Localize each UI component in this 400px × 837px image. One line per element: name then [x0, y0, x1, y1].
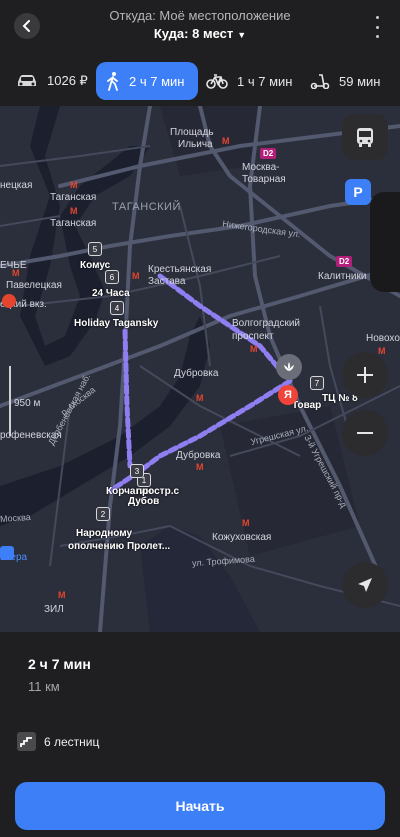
- map-label-ploshchad: Площадь: [170, 127, 214, 138]
- map-label-opolch: ополчению Пролет...: [68, 541, 171, 552]
- transit-layer-button[interactable]: [342, 114, 388, 160]
- zoom-in-button[interactable]: [342, 352, 388, 398]
- metro-icon: M: [196, 462, 204, 472]
- to-location-label: Куда: 8 мест: [153, 26, 234, 41]
- map-label-taganskaya-2: Таганская: [50, 218, 97, 229]
- start-button[interactable]: Начать: [15, 782, 385, 830]
- poi-icon: [0, 546, 14, 560]
- car-icon: [18, 75, 36, 86]
- map-label-zil: ЗИЛ: [44, 604, 64, 615]
- lotus-icon[interactable]: [276, 354, 302, 380]
- mode-scooter-label: 59 мин: [339, 73, 381, 89]
- stop-marker[interactable]: 3: [130, 464, 144, 478]
- route-duration: 2 ч 7 мин: [28, 656, 91, 672]
- map-label-holiday: Holiday Tagansky: [74, 318, 159, 329]
- stop-marker[interactable]: 2: [96, 507, 110, 521]
- route-distance: 11 км: [28, 679, 60, 694]
- header: Откуда: Моё местоположение Куда: 8 мест ▼: [0, 0, 400, 52]
- metro-icon: M: [70, 206, 78, 216]
- map-label-24chasa: 24 Часа: [92, 288, 130, 299]
- route-panel: 2 ч 7 мин 11 км 6 лестниц Начать: [0, 632, 400, 837]
- zoom-out-button[interactable]: [342, 410, 388, 456]
- metro-icon: M: [378, 346, 386, 356]
- mode-car-label: 1026 ₽: [47, 73, 88, 88]
- map-label-paveletskaya: Павелецкая: [6, 280, 62, 291]
- map-label-volgograd-2: проспект: [232, 331, 274, 342]
- bus-icon: [357, 128, 373, 147]
- transport-modes: 1026 ₽ 2 ч 7 мин 1 ч 7 мин 59 мин: [0, 60, 400, 102]
- stop-marker[interactable]: 7: [310, 376, 324, 390]
- metro-icon: M: [70, 180, 78, 190]
- side-panel-handle[interactable]: [370, 192, 400, 292]
- stop-marker[interactable]: 6: [105, 270, 119, 284]
- map-label-netskaya: нецкая: [0, 180, 33, 191]
- mode-bike[interactable]: 1 ч 7 мин: [206, 62, 292, 100]
- minus-icon: [357, 432, 373, 434]
- map-label-tovarnaya: Товарная: [242, 174, 286, 185]
- from-location[interactable]: Откуда: Моё местоположение: [0, 8, 400, 23]
- metro-icon: M: [12, 268, 20, 278]
- map-label-dubrovka-1: Дубровка: [174, 368, 219, 379]
- mode-walk-label: 2 ч 7 мин: [129, 73, 185, 89]
- map-label-tagansky: ТАГАНСКИЙ: [112, 201, 181, 213]
- metro-icon: M: [58, 590, 66, 600]
- scooter-icon: [310, 74, 330, 89]
- metro-icon: M: [250, 344, 258, 354]
- map-label-volgograd-1: Волгоградский: [232, 318, 300, 329]
- stairs-label: 6 лестниц: [44, 734, 100, 749]
- map-label-krest-2: Застава: [148, 276, 186, 287]
- map-label-dubrovka-2: Дубровка: [176, 450, 221, 461]
- map-label-moskva: Москва-: [242, 162, 280, 173]
- map-label-narodnomu: Народному: [76, 528, 133, 539]
- d2-badge: D2: [336, 256, 353, 267]
- metro-icon: M: [242, 518, 250, 528]
- navigation-arrow-icon: [358, 578, 372, 592]
- map-label-dubovsk: Дубов: [128, 496, 160, 507]
- map-label-kalitniki: Калитники: [318, 271, 367, 282]
- mode-walk[interactable]: 2 ч 7 мин: [96, 62, 198, 100]
- scale-distance: 950 м: [14, 398, 41, 409]
- metro-icon: M: [222, 136, 230, 146]
- my-location-button[interactable]: [342, 562, 388, 608]
- parking-button[interactable]: P: [345, 179, 371, 205]
- mode-car[interactable]: 1026 ₽: [16, 62, 88, 100]
- d2-badge: D2: [260, 148, 277, 159]
- map-label-taganskaya-1: Таганская: [50, 192, 97, 203]
- stairs-info: 6 лестниц: [17, 732, 99, 751]
- stop-marker[interactable]: 5: [88, 242, 102, 256]
- walk-icon: [107, 72, 118, 91]
- map-label-novokhokhl: Новохох: [366, 333, 400, 344]
- plus-icon: [357, 367, 373, 383]
- railway-station-icon: [2, 294, 16, 308]
- mode-bike-label: 1 ч 7 мин: [237, 73, 293, 89]
- metro-icon: M: [196, 393, 204, 403]
- bike-icon: [206, 74, 228, 89]
- map-label-ilyicha: Ильича: [178, 139, 213, 150]
- stop-marker[interactable]: 4: [110, 301, 124, 315]
- metro-icon: M: [132, 271, 140, 281]
- map-label-tovar2: Товар: [292, 400, 322, 411]
- map-label-krest-1: Крестьянская: [148, 264, 212, 275]
- map-label-kozhukh: Кожуховская: [212, 532, 272, 543]
- more-menu-icon[interactable]: [374, 16, 380, 38]
- map-label-moskva-river: Москва: [0, 511, 32, 525]
- mode-scooter[interactable]: 59 мин: [310, 62, 380, 100]
- yandex-pin-icon[interactable]: Я: [278, 385, 298, 405]
- stairs-icon: [17, 732, 36, 751]
- caret-down-icon: ▼: [237, 30, 247, 40]
- to-location[interactable]: Куда: 8 мест ▼: [0, 26, 400, 41]
- map[interactable]: Площадь Ильича Москва- Товарная Таганска…: [0, 106, 400, 632]
